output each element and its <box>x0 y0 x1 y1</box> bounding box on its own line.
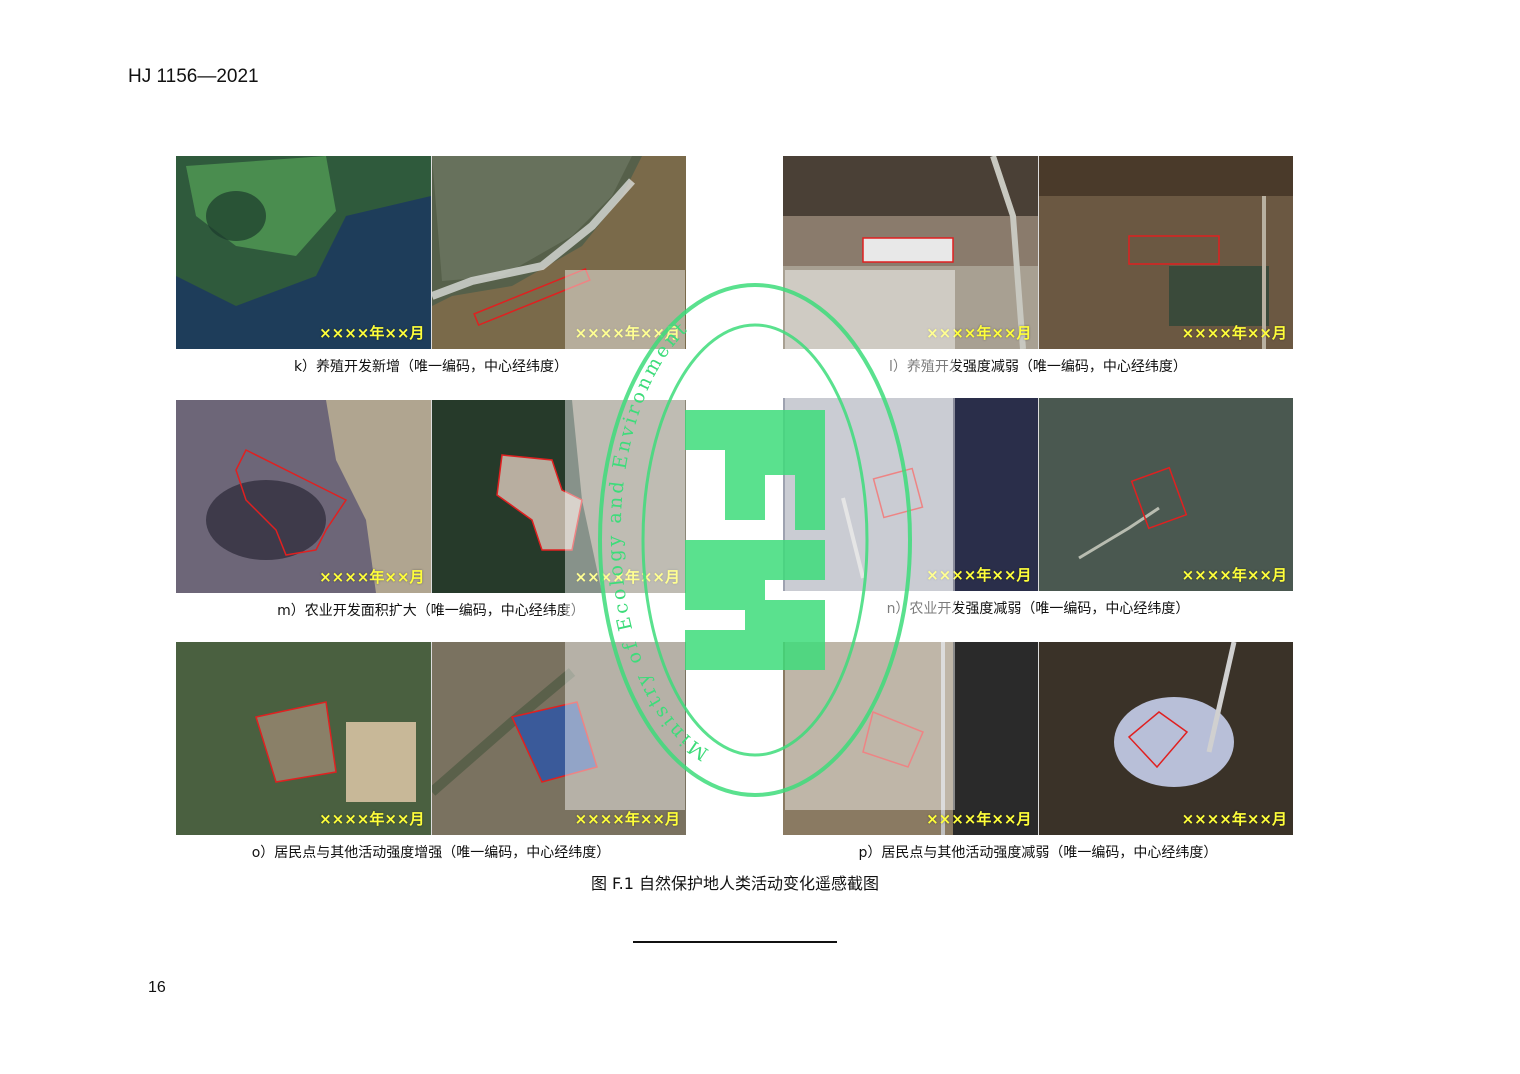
date-label: ××××年××月 <box>926 810 1032 828</box>
satellite-image-before: ××××年××月 <box>176 642 431 835</box>
date-label: ××××年××月 <box>1181 566 1287 584</box>
image-pair: ××××年××月 ××××年××月 <box>783 398 1293 591</box>
panel-n: ××××年××月 ××××年××月 n）农业开发强度减弱（唯一编码，中心经纬度） <box>783 398 1293 617</box>
satellite-image-before: ××××年××月 <box>783 398 1038 591</box>
satellite-image-before: ××××年××月 <box>176 400 431 593</box>
satellite-image-after: ××××年××月 <box>1037 398 1293 591</box>
satellite-image-before: ××××年××月 <box>783 156 1038 349</box>
panel-l: ××××年××月 ××××年××月 l）养殖开发强度减弱（唯一编码，中心经纬度） <box>783 156 1293 375</box>
subfigure-caption: p）居民点与其他活动强度减弱（唯一编码，中心经纬度） <box>858 845 1218 861</box>
subfigure-caption: m）农业开发面积扩大（唯一编码，中心经纬度） <box>277 603 585 619</box>
date-label: ××××年××月 <box>319 810 425 828</box>
end-rule <box>633 941 837 943</box>
panel-m: ××××年××月 ××××年××月 m）农业开发面积扩大（唯一编码，中心经纬度） <box>176 400 686 619</box>
figure-caption: 图 F.1 自然保护地人类活动变化遥感截图 <box>590 874 880 893</box>
date-label: ××××年××月 <box>319 568 425 586</box>
date-label: ××××年××月 <box>1181 324 1287 342</box>
panel-p: ××××年××月 ××××年××月 p）居民点与其他活动强度减弱（唯一编码，中心… <box>783 642 1293 861</box>
subfigure-caption: n）农业开发强度减弱（唯一编码，中心经纬度） <box>886 601 1190 617</box>
image-pair: ××××年××月 ××××年××月 <box>783 156 1293 349</box>
subfigure-caption: o）居民点与其他活动强度增强（唯一编码，中心经纬度） <box>251 845 611 861</box>
subfigure-caption: l）养殖开发强度减弱（唯一编码，中心经纬度） <box>889 359 1187 375</box>
date-label: ××××年××月 <box>926 566 1032 584</box>
standard-number: HJ 1156—2021 <box>128 66 259 87</box>
date-label: ××××年××月 <box>1181 810 1287 828</box>
panel-k: ××××年××月 ××××年××月 k）养殖开发新增（唯一编码，中心经纬度） <box>176 156 686 375</box>
subfigure-caption: k）养殖开发新增（唯一编码，中心经纬度） <box>293 359 569 375</box>
date-label: ××××年××月 <box>926 324 1032 342</box>
image-pair: ××××年××月 ××××年××月 <box>176 156 686 349</box>
page-number: 16 <box>148 979 166 996</box>
satellite-image-after: ××××年××月 <box>430 642 686 835</box>
satellite-image-after: ××××年××月 <box>1037 156 1293 349</box>
satellite-image-before: ××××年××月 <box>783 642 1038 835</box>
satellite-image-after: ××××年××月 <box>430 400 686 593</box>
date-label: ××××年××月 <box>574 324 680 342</box>
image-pair: ××××年××月 ××××年××月 <box>176 400 686 593</box>
satellite-image-before: ××××年××月 <box>176 156 431 349</box>
date-label: ××××年××月 <box>574 810 680 828</box>
date-label: ××××年××月 <box>319 324 425 342</box>
panel-o: ××××年××月 ××××年××月 o）居民点与其他活动强度增强（唯一编码，中心… <box>176 642 686 861</box>
image-pair: ××××年××月 ××××年××月 <box>783 642 1293 835</box>
satellite-image-after: ××××年××月 <box>430 156 686 349</box>
date-label: ××××年××月 <box>574 568 680 586</box>
image-pair: ××××年××月 ××××年××月 <box>176 642 686 835</box>
satellite-image-after: ××××年××月 <box>1037 642 1293 835</box>
